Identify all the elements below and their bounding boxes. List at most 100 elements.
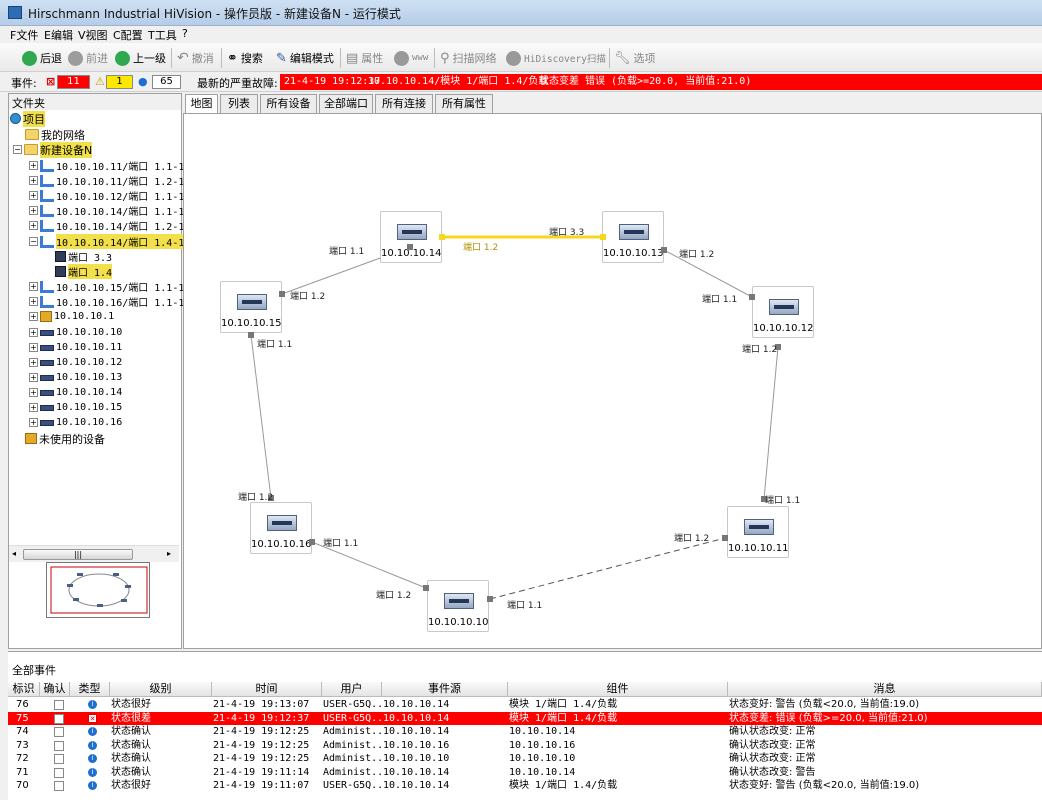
- link-15-16[interactable]: [250, 334, 272, 499]
- port-dot[interactable]: [722, 535, 728, 541]
- tree-port-item[interactable]: 端口 3.3: [55, 249, 112, 264]
- tree-device-item[interactable]: +10.10.10.16/端口 1.1-10.: [29, 294, 196, 309]
- tree-new-device[interactable]: − 新建设备N: [13, 141, 93, 158]
- tree-device-item[interactable]: +10.10.10.15: [29, 400, 122, 415]
- expand-icon[interactable]: +: [29, 358, 38, 367]
- port-dot[interactable]: [661, 247, 667, 253]
- expand-icon[interactable]: +: [29, 282, 38, 291]
- scroll-left-icon[interactable]: ◂: [12, 549, 16, 558]
- topology-map[interactable]: 10.10.10.14 10.10.10.13 10.10.10.15 10.1…: [183, 113, 1042, 649]
- expand-icon[interactable]: +: [29, 388, 38, 397]
- menu-item[interactable]: V视图: [78, 27, 108, 43]
- latest-fault-bar[interactable]: 21-4-19 19:12:37 10.10.10.14/模块 1/端口 1.4…: [280, 74, 1042, 90]
- forward-button[interactable]: 前进: [68, 48, 108, 68]
- table-row[interactable]: 70 i 状态很好 21-4-19 19:11:07 USER-G5Q...10.10.…: [8, 779, 1042, 793]
- tab-5[interactable]: 所有属性: [435, 94, 493, 113]
- port-dot[interactable]: [279, 291, 285, 297]
- tab-3[interactable]: 全部端口: [319, 94, 373, 113]
- hidiscovery-button[interactable]: HiDiscovery扫描: [506, 48, 606, 68]
- acknowledge-checkbox[interactable]: [54, 767, 64, 778]
- acknowledge-checkbox[interactable]: [54, 727, 64, 737]
- edit-mode-button[interactable]: ✎ 编辑模式: [276, 48, 334, 68]
- tree-device-item[interactable]: +10.10.10.11/端口 1.1-10.: [29, 158, 196, 173]
- device-node[interactable]: 10.10.10.16: [250, 502, 312, 554]
- tree-device-item[interactable]: +10.10.10.16: [29, 415, 122, 430]
- link-12-11[interactable]: [763, 346, 779, 500]
- expand-icon[interactable]: +: [29, 176, 38, 185]
- column-header[interactable]: 时间: [212, 682, 322, 697]
- tab-0[interactable]: 地图: [185, 94, 218, 114]
- column-header[interactable]: 用户: [322, 682, 382, 697]
- port-dot[interactable]: [600, 234, 606, 240]
- menu-item[interactable]: C配置: [113, 27, 143, 43]
- map-overview-minimap[interactable]: [46, 562, 150, 618]
- port-dot[interactable]: [423, 585, 429, 591]
- port-dot[interactable]: [439, 234, 445, 240]
- tree-port-item[interactable]: 端口 1.4: [55, 264, 113, 279]
- tree-device-item[interactable]: +10.10.10.14/端口 1.2-10.: [29, 218, 196, 233]
- tree-device-item[interactable]: +10.10.10.1: [29, 309, 114, 324]
- tree-device-item[interactable]: +10.10.10.12: [29, 355, 122, 370]
- up-button[interactable]: 上一级: [115, 48, 166, 68]
- scan-network-button[interactable]: ⚲ 扫描网络: [440, 48, 497, 68]
- tree-device-item[interactable]: +10.10.10.14: [29, 385, 122, 400]
- expand-icon[interactable]: +: [29, 191, 38, 200]
- tree-my-network[interactable]: 我的网络: [25, 127, 85, 142]
- tree-device-item[interactable]: +10.10.10.14/端口 1.1-10.: [29, 203, 196, 218]
- device-node[interactable]: 10.10.10.14: [380, 211, 442, 263]
- undo-button[interactable]: ↶ 撤消: [177, 48, 214, 68]
- device-node[interactable]: 10.10.10.13: [602, 211, 664, 263]
- tree-device-item[interactable]: +10.10.10.15/端口 1.1-10.: [29, 279, 196, 294]
- menu-item[interactable]: ?: [182, 27, 188, 40]
- column-header[interactable]: 标识: [8, 682, 40, 697]
- column-header[interactable]: 消息: [728, 682, 1042, 697]
- www-button[interactable]: www: [394, 48, 428, 68]
- acknowledge-checkbox[interactable]: [54, 781, 64, 791]
- info-count[interactable]: 65: [152, 75, 181, 89]
- expand-icon[interactable]: +: [29, 221, 38, 230]
- table-row[interactable]: 74i状态确认21-4-19 19:12:25Administ...10.10.…: [8, 725, 1042, 739]
- tree-unused-devices[interactable]: 未使用的设备: [25, 431, 105, 446]
- column-header[interactable]: 确认: [40, 682, 70, 697]
- expand-icon[interactable]: +: [29, 403, 38, 412]
- acknowledge-checkbox[interactable]: [54, 740, 64, 751]
- menu-item[interactable]: T工具: [148, 27, 177, 43]
- link-10-11[interactable]: [489, 537, 726, 600]
- expand-icon[interactable]: +: [29, 328, 38, 337]
- tree-device-item[interactable]: −10.10.10.14/端口 1.4-10.: [29, 234, 197, 249]
- scrollbar-thumb[interactable]: |||: [23, 549, 133, 560]
- table-row[interactable]: 71i状态确认21-4-19 19:11:14Administ...10.10.…: [8, 766, 1042, 780]
- table-row[interactable]: 72i状态确认21-4-19 19:12:25Administ...10.10.…: [8, 752, 1042, 766]
- tab-2[interactable]: 所有设备: [260, 94, 317, 113]
- menu-item[interactable]: E编辑: [44, 27, 73, 43]
- column-header[interactable]: 事件源: [382, 682, 508, 697]
- warning-count[interactable]: 1: [106, 75, 133, 89]
- device-node[interactable]: 10.10.10.15: [220, 281, 282, 333]
- expand-icon[interactable]: +: [29, 161, 38, 170]
- menu-item[interactable]: F文件: [10, 27, 38, 43]
- expand-icon[interactable]: +: [29, 206, 38, 215]
- port-dot[interactable]: [248, 332, 254, 338]
- port-dot[interactable]: [749, 294, 755, 300]
- column-header[interactable]: 类型: [70, 682, 110, 697]
- device-node[interactable]: 10.10.10.10: [427, 580, 489, 632]
- scroll-right-icon[interactable]: ▸: [167, 549, 171, 558]
- table-row[interactable]: 76 i 状态很好 21-4-19 19:13:07 USER-G5Q...10.10.…: [8, 698, 1042, 712]
- device-node[interactable]: 10.10.10.12: [752, 286, 814, 338]
- port-dot[interactable]: [407, 244, 413, 250]
- table-row[interactable]: 73i状态确认21-4-19 19:12:25Administ...10.10.…: [8, 739, 1042, 753]
- options-button[interactable]: 🔧︎ 选项: [614, 48, 656, 68]
- back-button[interactable]: 后退: [22, 48, 62, 68]
- expand-icon[interactable]: +: [29, 373, 38, 382]
- acknowledge-checkbox[interactable]: [54, 700, 64, 710]
- column-header[interactable]: 组件: [508, 682, 728, 697]
- port-dot[interactable]: [487, 596, 493, 602]
- port-dot[interactable]: [309, 539, 315, 545]
- expand-icon[interactable]: +: [29, 312, 38, 321]
- column-header[interactable]: 级别: [110, 682, 212, 697]
- table-row[interactable]: 75 ✕ 状态很差 21-4-19 19:12:37 USER-G5Q...10.10.…: [8, 711, 1042, 725]
- acknowledge-checkbox[interactable]: [54, 754, 64, 764]
- error-count[interactable]: 11: [57, 75, 90, 89]
- properties-button[interactable]: ▤ 属性: [346, 48, 383, 68]
- device-node[interactable]: 10.10.10.11: [727, 506, 789, 558]
